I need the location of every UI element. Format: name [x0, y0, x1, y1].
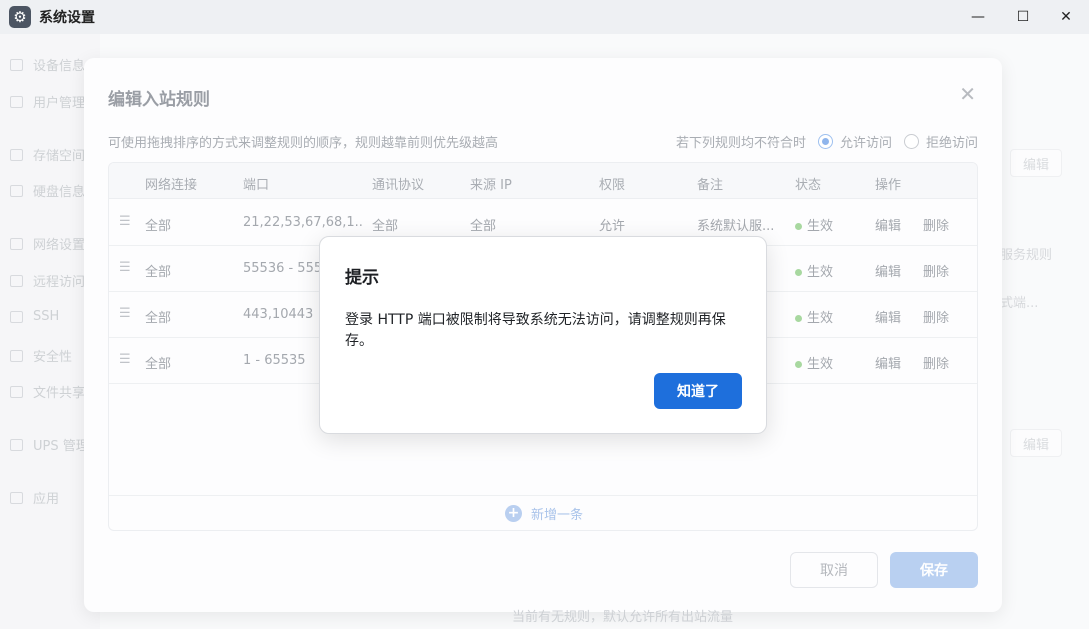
- edit-link[interactable]: 编辑: [875, 215, 901, 234]
- cell-connection: 全部: [145, 219, 172, 234]
- edit-link[interactable]: 编辑: [875, 307, 901, 326]
- cell-connection: 全部: [145, 357, 172, 372]
- drag-handle-icon[interactable]: ☰: [119, 352, 131, 367]
- status-badge: 生效: [795, 261, 833, 280]
- fallback-label: 若下列规则均不符合时: [675, 136, 806, 151]
- cell-ports: 21,22,53,67,68,1...: [243, 215, 363, 230]
- edit-link[interactable]: 编辑: [875, 353, 901, 372]
- alert-dialog: 提示 登录 HTTP 端口被限制将导致系统无法访问，请调整规则再保存。 知道了: [319, 236, 767, 434]
- column-header: 权限: [599, 178, 626, 193]
- column-header: 通讯协议: [372, 178, 425, 193]
- footnote-text: 当前有无规则，默认允许所有出站流量: [512, 610, 734, 625]
- column-header: 备注: [697, 178, 724, 193]
- edit-link[interactable]: 编辑: [875, 261, 901, 280]
- ok-button[interactable]: 知道了: [654, 373, 742, 409]
- delete-link[interactable]: 删除: [923, 353, 949, 372]
- dialog-description: 可使用拖拽排序的方式来调整规则的顺序，规则越靠前则优先级越高: [108, 136, 499, 151]
- column-header: 来源 IP: [470, 178, 512, 193]
- dialog-title: 编辑入站规则: [108, 90, 210, 110]
- window-title: 系统设置: [39, 10, 95, 26]
- cell-source: 全部: [470, 219, 497, 234]
- delete-link[interactable]: 删除: [923, 261, 949, 280]
- save-button[interactable]: 保存: [890, 552, 978, 588]
- column-header: 端口: [243, 178, 270, 193]
- close-icon[interactable]: ✕: [959, 82, 976, 106]
- fallback-policy: 若下列规则均不符合时 允许访问 拒绝访问: [676, 132, 978, 151]
- allow-radio-label[interactable]: 允许访问: [840, 132, 892, 151]
- drag-handle-icon[interactable]: ☰: [119, 214, 131, 229]
- column-header: 网络连接: [145, 178, 198, 193]
- deny-radio[interactable]: [903, 134, 919, 149]
- gear-icon: ⚙: [9, 6, 31, 28]
- alert-message: 登录 HTTP 端口被限制将导致系统无法访问，请调整规则再保存。: [345, 312, 726, 349]
- column-header: 状态: [795, 178, 822, 193]
- column-header: 操作: [875, 178, 902, 193]
- plus-icon: +: [504, 505, 522, 522]
- allow-radio[interactable]: [817, 134, 833, 149]
- drag-handle-icon[interactable]: ☰: [119, 260, 131, 275]
- add-rule-button[interactable]: + 新增一条: [109, 495, 977, 530]
- table-header: 网络连接 端口 通讯协议 来源 IP 权限 备注 状态 操作: [109, 163, 977, 199]
- maximize-icon[interactable]: ☐: [1000, 0, 1046, 34]
- status-badge: 生效: [795, 307, 833, 326]
- cell-note: 系统默认服...: [697, 219, 775, 234]
- add-rule-label: 新增一条: [530, 508, 583, 523]
- cell-permission: 允许: [599, 219, 626, 234]
- drag-handle-icon[interactable]: ☰: [119, 306, 131, 321]
- minimize-icon[interactable]: —: [955, 0, 1001, 34]
- status-badge: 生效: [795, 353, 833, 372]
- cell-protocol: 全部: [372, 219, 399, 234]
- delete-link[interactable]: 删除: [923, 307, 949, 326]
- deny-radio-label[interactable]: 拒绝访问: [926, 132, 978, 151]
- cell-connection: 全部: [145, 311, 172, 326]
- title-bar: ⚙ 系统设置 —: [0, 0, 1089, 34]
- close-icon[interactable]: ✕: [1043, 0, 1089, 34]
- status-badge: 生效: [795, 215, 833, 234]
- cancel-button[interactable]: 取消: [790, 552, 878, 588]
- cell-connection: 全部: [145, 265, 172, 280]
- delete-link[interactable]: 删除: [923, 215, 949, 234]
- alert-title: 提示: [345, 268, 379, 288]
